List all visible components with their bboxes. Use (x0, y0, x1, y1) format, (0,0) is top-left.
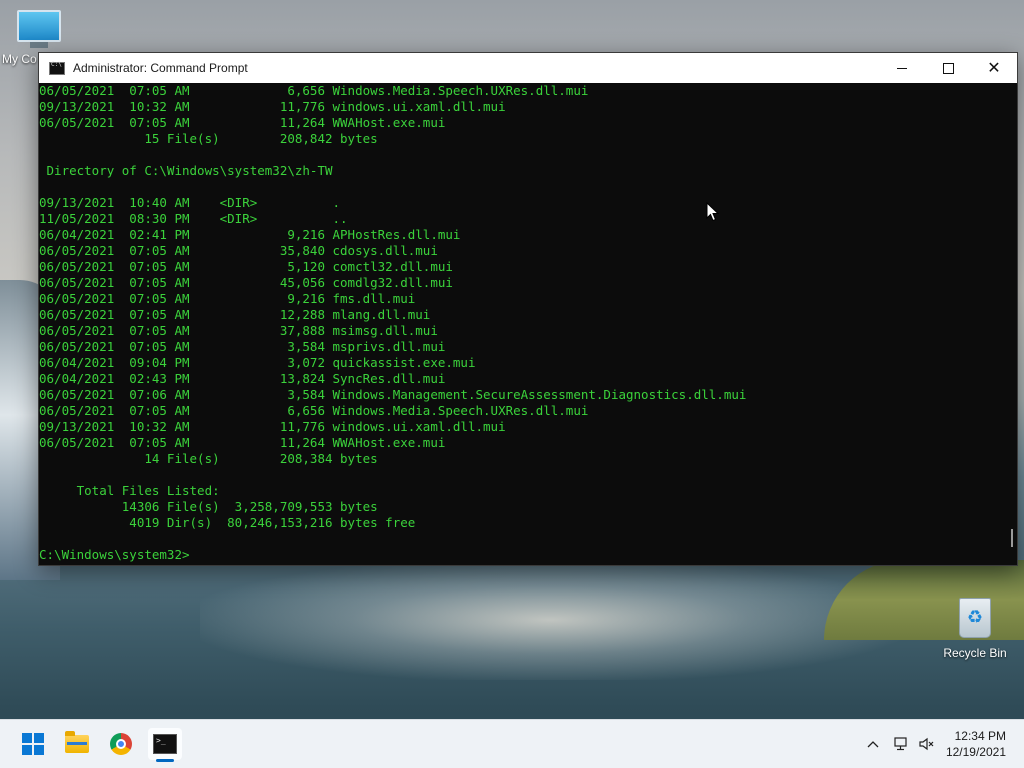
console-line: 06/04/2021 02:41 PM 9,216 APHostRes.dll.… (39, 227, 461, 242)
chrome-button[interactable] (104, 728, 138, 760)
console-line: 09/13/2021 10:40 AM <DIR> . (39, 195, 341, 210)
close-icon: ✕ (987, 58, 1001, 77)
chrome-icon (110, 733, 132, 755)
network-button[interactable] (890, 720, 912, 768)
show-hidden-icons-button[interactable] (862, 720, 884, 768)
console-line: 06/05/2021 07:05 AM 35,840 cdosys.dll.mu… (39, 243, 438, 258)
console-line: 06/05/2021 07:05 AM 5,120 comctl32.dll.m… (39, 259, 453, 274)
console-line: 06/04/2021 09:04 PM 3,072 quickassist.ex… (39, 355, 476, 370)
maximize-icon (942, 62, 954, 74)
console-line: 09/13/2021 10:32 AM 11,776 windows.ui.xa… (39, 99, 506, 114)
file-explorer-button[interactable] (60, 728, 94, 760)
taskbar: 12:34 PM 12/19/2021 (0, 719, 1024, 768)
recycle-bin-icon: ♻ (959, 598, 991, 638)
console-line: 06/05/2021 07:05 AM 9,216 fms.dll.mui (39, 291, 416, 306)
console-line: 06/04/2021 02:43 PM 13,824 SyncRes.dll.m… (39, 371, 446, 386)
volume-button[interactable] (916, 720, 938, 768)
maximize-button[interactable] (925, 53, 971, 83)
desktop-icon-label: Recycle Bin (943, 646, 1007, 660)
minimize-button[interactable] (879, 53, 925, 83)
terminal-icon (153, 734, 177, 754)
console-line: C:\Windows\system32> (39, 547, 190, 562)
clock-date: 12/19/2021 (945, 745, 1006, 759)
console-line: 4019 Dir(s) 80,246,153,216 bytes free (39, 515, 416, 530)
wallpaper-lake-glow (200, 560, 900, 680)
console-line: 06/05/2021 07:05 AM 11,264 WWAHost.exe.m… (39, 435, 446, 450)
volume-muted-icon (919, 737, 934, 751)
vertical-scrollbar[interactable] (1005, 83, 1017, 565)
console-line: 14 File(s) 208,384 bytes (39, 451, 378, 466)
console-line: Directory of C:\Windows\system32\zh-TW (39, 163, 333, 178)
console-line: 06/05/2021 07:05 AM 12,288 mlang.dll.mui (39, 307, 431, 322)
console-line: 06/05/2021 07:05 AM 6,656 Windows.Media.… (39, 83, 589, 98)
chevron-up-icon (867, 741, 879, 748)
command-prompt-taskbar-button[interactable] (148, 728, 182, 762)
console-line: 06/05/2021 07:05 AM 37,888 msimsg.dll.mu… (39, 323, 438, 338)
clock-time: 12:34 PM (954, 729, 1006, 743)
console-line: 15 File(s) 208,842 bytes (39, 131, 378, 146)
start-button[interactable] (16, 728, 50, 760)
console-line: 06/05/2021 07:06 AM 3,584 Windows.Manage… (39, 387, 747, 402)
monitor-icon (17, 10, 61, 42)
scrollbar-thumb[interactable] (1011, 529, 1013, 547)
window-titlebar[interactable]: Administrator: Command Prompt ✕ (39, 53, 1017, 83)
command-prompt-window[interactable]: Administrator: Command Prompt ✕ 06/05/20… (38, 52, 1018, 566)
console-output[interactable]: 06/05/2021 07:05 AM 6,656 Windows.Media.… (39, 83, 1005, 565)
command-prompt-icon (49, 61, 65, 75)
folder-icon (65, 731, 89, 753)
network-icon (894, 737, 907, 751)
console-line: 09/13/2021 10:32 AM 11,776 windows.ui.xa… (39, 419, 506, 434)
windows-logo-icon (22, 733, 44, 755)
minimize-icon (897, 67, 907, 69)
console-line: 06/05/2021 07:05 AM 6,656 Windows.Media.… (39, 403, 589, 418)
console-line: 06/05/2021 07:05 AM 11,264 WWAHost.exe.m… (39, 115, 446, 130)
active-indicator (156, 759, 174, 762)
desktop-icon-recycle-bin[interactable]: ♻ Recycle Bin (940, 598, 1010, 660)
console-line: 06/05/2021 07:05 AM 45,056 comdlg32.dll.… (39, 275, 453, 290)
system-clock[interactable]: 12:34 PM 12/19/2021 (946, 728, 1006, 760)
window-title: Administrator: Command Prompt (73, 61, 248, 75)
close-button[interactable]: ✕ (971, 53, 1017, 83)
console-line: 11/05/2021 08:30 PM <DIR> .. (39, 211, 348, 226)
console-line: 14306 File(s) 3,258,709,553 bytes (39, 499, 378, 514)
console-line: Total Files Listed: (39, 483, 220, 498)
console-line: 06/05/2021 07:05 AM 3,584 msprivs.dll.mu… (39, 339, 446, 354)
